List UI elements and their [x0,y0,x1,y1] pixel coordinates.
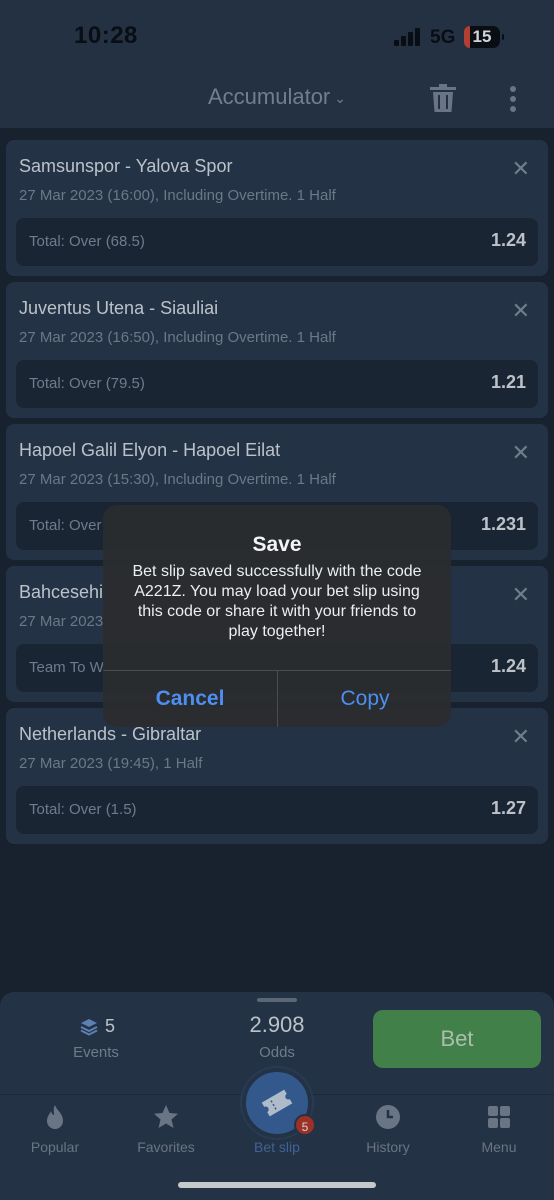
cancel-button[interactable]: Cancel [103,671,277,727]
save-alert-dialog: Save Bet slip saved successfully with th… [103,505,451,727]
copy-button[interactable]: Copy [278,671,451,727]
alert-title: Save [252,533,302,556]
alert-message: Bet slip saved successfully with the cod… [132,563,422,640]
